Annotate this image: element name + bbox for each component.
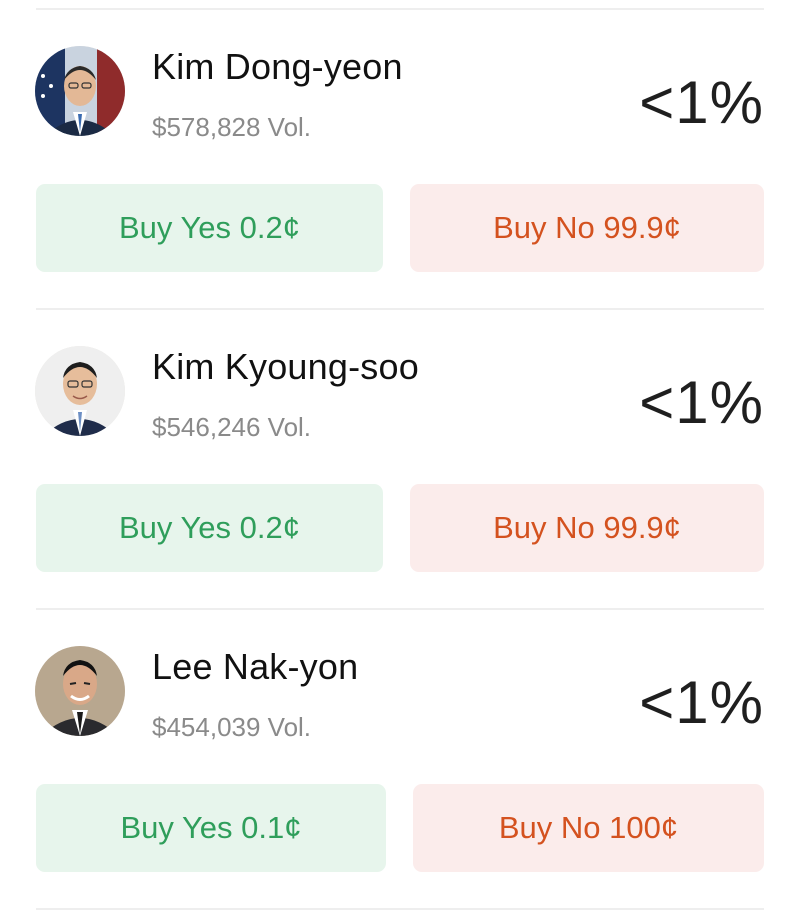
buy-no-button[interactable]: Buy No 100¢ — [413, 784, 764, 872]
candidate-volume: $578,828 Vol. — [152, 112, 312, 142]
candidate-name: Kim Kyoung-soo — [152, 346, 419, 387]
portrait-image — [35, 346, 125, 436]
candidate-name: Kim Dong-yeon — [152, 46, 403, 87]
candidate-row: Kim Kyoung-soo $546,246 Vol. <1% Buy Yes… — [0, 300, 800, 600]
probability-value: <1% — [639, 369, 764, 436]
portrait-image — [35, 646, 125, 736]
avatar — [35, 346, 125, 436]
buy-no-button[interactable]: Buy No 99.9¢ — [410, 184, 764, 272]
bottom-divider — [36, 908, 764, 910]
avatar — [35, 46, 125, 136]
candidate-row: Kim Dong-yeon $578,828 Vol. <1% Buy Yes … — [0, 0, 800, 300]
candidate-row: Lee Nak-yon $454,039 Vol. <1% Buy Yes 0.… — [0, 600, 800, 900]
portrait-image — [35, 46, 125, 136]
candidate-volume: $546,246 Vol. — [152, 412, 312, 442]
buy-yes-button[interactable]: Buy Yes 0.2¢ — [36, 484, 383, 572]
candidate-volume: $454,039 Vol. — [152, 712, 312, 742]
candidate-name: Lee Nak-yon — [152, 646, 359, 687]
probability-value: <1% — [639, 69, 764, 136]
buy-no-button[interactable]: Buy No 99.9¢ — [410, 484, 764, 572]
buy-yes-button[interactable]: Buy Yes 0.1¢ — [36, 784, 386, 872]
buy-yes-button[interactable]: Buy Yes 0.2¢ — [36, 184, 383, 272]
avatar — [35, 646, 125, 736]
probability-value: <1% — [639, 669, 764, 736]
